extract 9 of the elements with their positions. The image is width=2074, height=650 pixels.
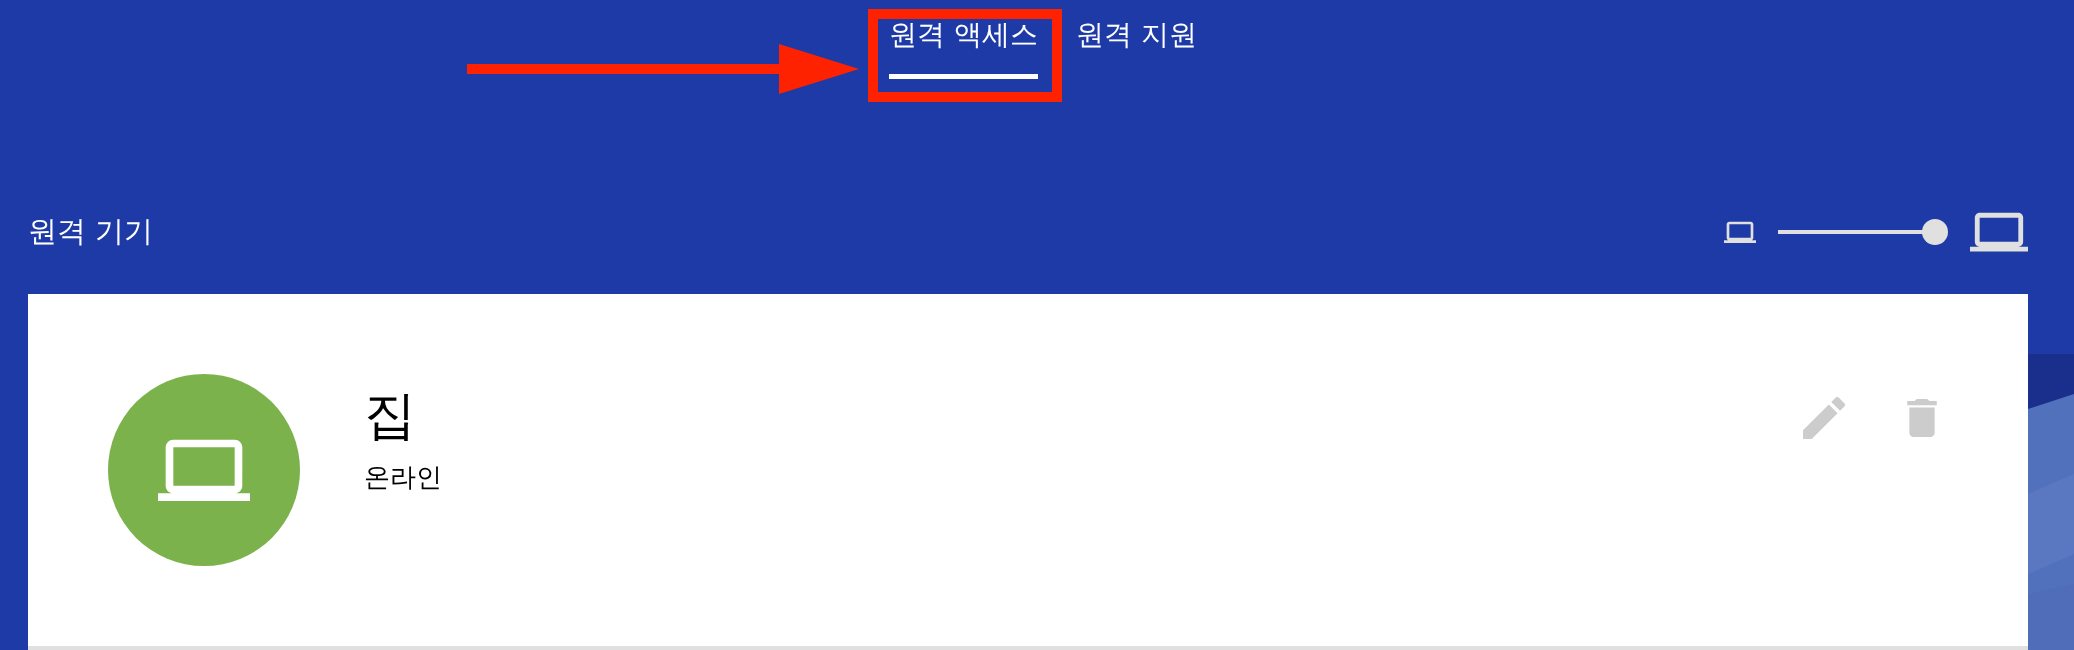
- trash-icon: [1907, 399, 1937, 437]
- size-slider[interactable]: [1778, 219, 1948, 245]
- section-title: 원격 기기: [28, 213, 154, 250]
- tab[interactable]: 원격 액세스: [889, 16, 1038, 79]
- slider-thumb[interactable]: [1922, 219, 1948, 245]
- pencil-icon: [1803, 397, 1845, 439]
- device-name: 집: [364, 384, 417, 447]
- device-status: 온라인: [364, 461, 443, 495]
- tab[interactable]: 원격 지원: [1075, 16, 1197, 79]
